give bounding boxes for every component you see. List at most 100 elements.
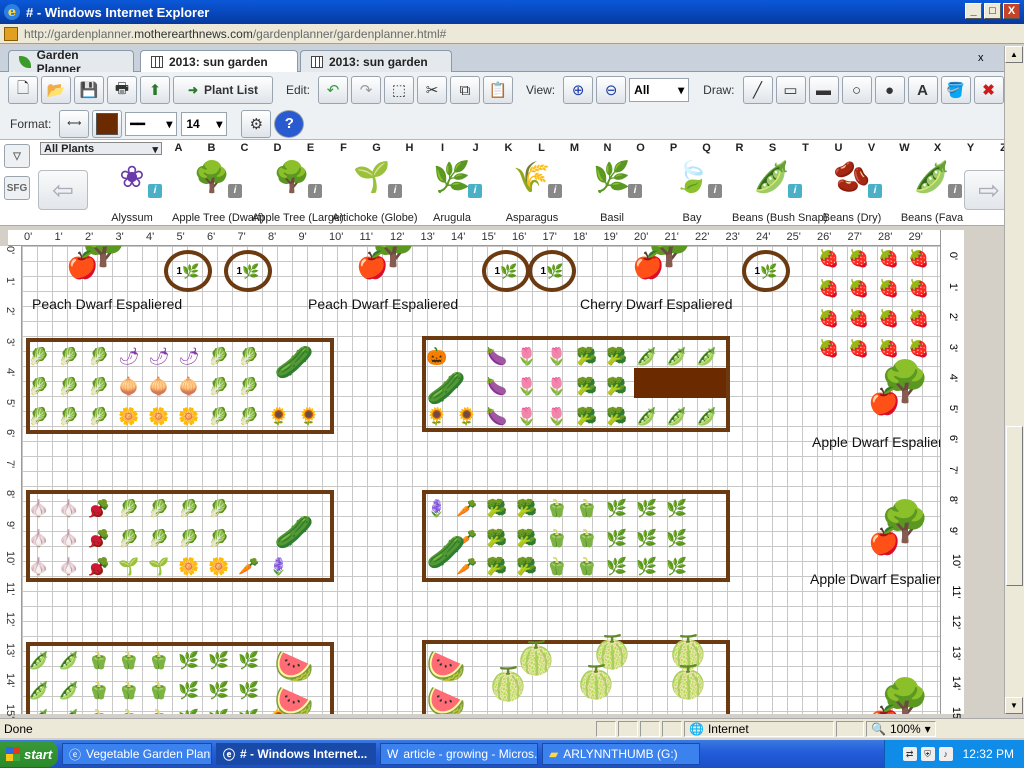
crop-square[interactable]: 🌿: [606, 500, 627, 517]
maximize-button[interactable]: □: [984, 3, 1001, 19]
filter-icon[interactable]: ▽: [4, 144, 30, 168]
crop-square[interactable]: 🫛: [28, 710, 49, 714]
crop-square[interactable]: 🌼: [118, 408, 139, 425]
crop-square[interactable]: 🫛: [58, 652, 79, 669]
large-crop[interactable]: 🍉: [274, 650, 314, 682]
column-letter-l[interactable]: L: [525, 142, 558, 156]
draw-filled-rectangle-button[interactable]: ▬: [808, 76, 839, 104]
crop-square[interactable]: 🥦: [516, 530, 537, 547]
crop-square[interactable]: 🥬: [58, 348, 79, 365]
crop-square[interactable]: 🌷: [516, 378, 537, 395]
task-internet-explorer[interactable]: ⓔ # - Windows Internet...: [216, 743, 376, 765]
draw-circle-button[interactable]: ○: [841, 76, 872, 104]
crop-square[interactable]: 🫑: [148, 710, 169, 714]
crop-square[interactable]: 🫑: [546, 530, 567, 547]
fruit-tree-icon[interactable]: 🌳🍎: [632, 246, 694, 278]
print-button[interactable]: 🖶: [107, 76, 137, 104]
column-letter-v[interactable]: V: [855, 142, 888, 156]
crop-square[interactable]: 🫑: [546, 500, 567, 517]
large-crop[interactable]: 🍈: [576, 666, 616, 698]
strawberry-square[interactable]: 🍓: [878, 280, 899, 297]
info-icon[interactable]: i: [308, 184, 322, 198]
crop-square[interactable]: 🥬: [118, 530, 139, 547]
crop-square[interactable]: 🥬: [58, 408, 79, 425]
crop-square[interactable]: 🌶: [178, 348, 200, 365]
garden-plan-canvas[interactable]: 🌳 🍎 Peach Dwarf Espaliered 🌳 🍎 Peach Dwarf Es…: [22, 246, 940, 714]
strawberry-square[interactable]: 🍓: [878, 310, 899, 327]
new-file-button[interactable]: 🗋: [8, 76, 38, 104]
zoom-out-button[interactable]: ⊖: [596, 76, 627, 104]
tray-volume-icon[interactable]: ♪: [938, 747, 953, 761]
column-letter-o[interactable]: O: [624, 142, 657, 156]
fruit-tree-icon[interactable]: 🌳🍎: [868, 680, 930, 714]
share-button[interactable]: ⬆: [140, 76, 170, 104]
plant-item[interactable]: 🍃 i Bay: [652, 158, 732, 224]
scroll-down-icon[interactable]: ▼: [1005, 697, 1023, 714]
help-button[interactable]: ?: [274, 109, 305, 138]
crop-square[interactable]: 🫛: [58, 710, 79, 714]
sfg-button[interactable]: SFG: [4, 176, 30, 200]
plant-item[interactable]: 🫛 i Beans (Bush Snap): [732, 158, 827, 224]
fill-bucket-button[interactable]: 🪣: [940, 76, 971, 104]
crop-square[interactable]: 🫛: [696, 348, 717, 365]
task-explorer-drive[interactable]: ▰ ARLYNNTHUMB (G:): [542, 743, 700, 765]
crop-square[interactable]: 🫛: [58, 682, 79, 699]
container-pot[interactable]: 1 🌿: [528, 250, 576, 292]
plant-item[interactable]: 🌳 i Apple Tree (Large): [252, 158, 344, 224]
crop-square[interactable]: 🥬: [28, 348, 49, 365]
task-word-article[interactable]: Warticle - growing - Micros...: [380, 743, 538, 765]
copy-button[interactable]: ⧉: [450, 76, 481, 104]
crop-square[interactable]: 🌿: [178, 710, 199, 714]
info-icon[interactable]: i: [788, 184, 802, 198]
column-letter-d[interactable]: D: [261, 142, 294, 156]
crop-square[interactable]: 🥦: [576, 378, 597, 395]
crop-square[interactable]: 🫛: [28, 682, 49, 699]
close-window-button[interactable]: X: [1003, 3, 1020, 19]
crop-square[interactable]: 🥬: [208, 500, 229, 517]
container-pot[interactable]: 1 🌿: [164, 250, 212, 292]
crop-square[interactable]: 🌷: [546, 408, 567, 425]
tab-sun-garden-active[interactable]: 2013: sun garden: [140, 50, 298, 73]
strawberry-square[interactable]: 🍓: [848, 340, 869, 357]
crop-square[interactable]: 🥬: [148, 500, 169, 517]
column-letter-x[interactable]: X: [921, 142, 954, 156]
vertical-scrollbar[interactable]: ▲ ▼: [1004, 46, 1024, 714]
column-letter-w[interactable]: W: [888, 142, 921, 156]
crop-square[interactable]: 🫜: [88, 500, 109, 517]
crop-square[interactable]: 🫜: [88, 530, 109, 547]
crop-square[interactable]: 🍆: [486, 348, 507, 365]
crop-square[interactable]: 🫛: [28, 652, 49, 669]
task-vegetable-garden[interactable]: ⓔ Vegetable Garden Plann...: [62, 743, 212, 765]
crop-square[interactable]: 🌿: [666, 530, 687, 547]
fruit-tree-icon[interactable]: 🌳🍎: [356, 246, 418, 278]
column-letter-q[interactable]: Q: [690, 142, 723, 156]
large-crop[interactable]: 🥒: [274, 516, 314, 548]
crop-square[interactable]: 🌷: [516, 348, 537, 365]
info-icon[interactable]: i: [948, 184, 962, 198]
crop-square[interactable]: 🪻: [426, 500, 447, 517]
crop-square[interactable]: 🥬: [208, 408, 229, 425]
container-pot[interactable]: 1 🌿: [224, 250, 272, 292]
crop-square[interactable]: 🫜: [88, 558, 109, 575]
large-crop[interactable]: 🥒: [426, 536, 466, 568]
strawberry-square[interactable]: 🍓: [878, 340, 899, 357]
crop-square[interactable]: 🫛: [636, 348, 657, 365]
crop-square[interactable]: 🧅: [118, 378, 139, 395]
scroll-up-icon[interactable]: ▲: [1005, 46, 1023, 63]
strawberry-square[interactable]: 🍓: [908, 280, 929, 297]
view-select[interactable]: All ▾: [629, 78, 690, 102]
plant-list-button[interactable]: ➜ Plant List: [173, 76, 273, 104]
strawberry-square[interactable]: 🍓: [818, 250, 839, 267]
plant-item[interactable]: 🌱 i Artichoke (Globe): [332, 158, 418, 224]
crop-square[interactable]: 🌿: [636, 530, 657, 547]
column-letter-y[interactable]: Y: [954, 142, 987, 156]
crop-square[interactable]: 🫛: [666, 408, 687, 425]
delete-button[interactable]: ✖: [973, 76, 1004, 104]
crop-square[interactable]: 🍆: [486, 378, 507, 395]
column-letter-b[interactable]: B: [195, 142, 228, 156]
crop-square[interactable]: 🌻: [426, 408, 447, 425]
crop-square[interactable]: 🫑: [576, 530, 597, 547]
crop-square[interactable]: 🌻: [456, 408, 477, 425]
tab-sun-garden-2[interactable]: 2013: sun garden: [300, 50, 452, 72]
large-crop[interactable]: 🍉: [426, 650, 466, 682]
